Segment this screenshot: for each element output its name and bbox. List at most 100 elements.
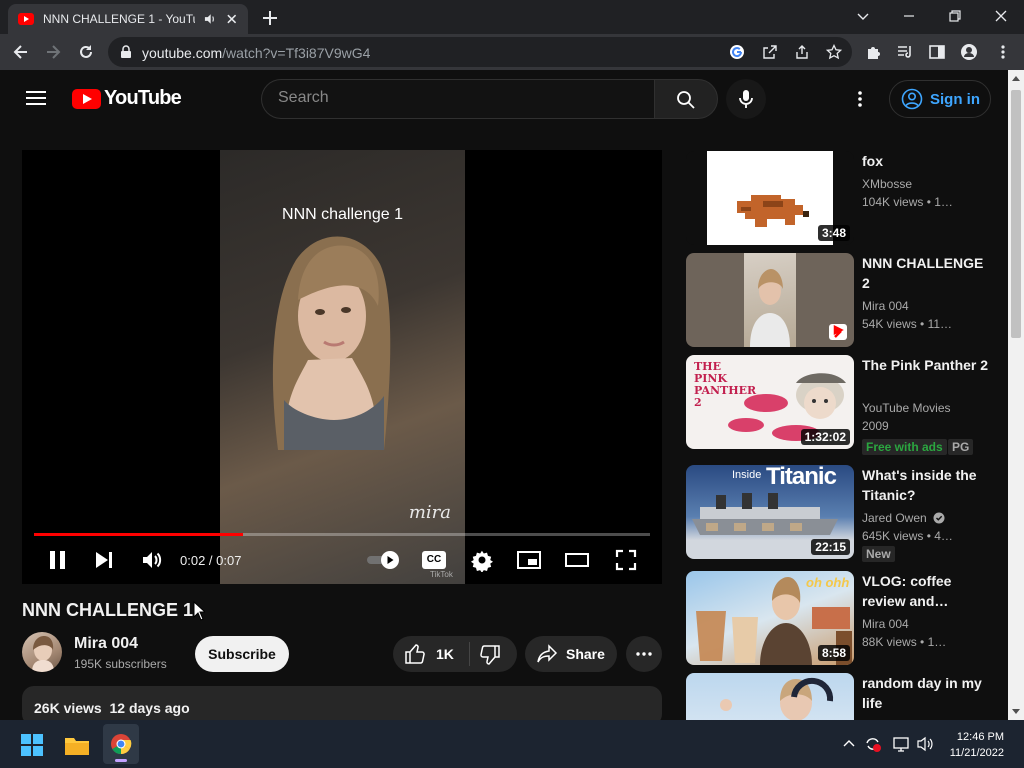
video-player[interactable]: NNN challenge 1 mira TikTok 0:02 / 0:07 … [22,150,662,584]
profile-icon[interactable] [960,43,978,61]
subtitles-cc-button[interactable]: CC [422,551,446,569]
video-duration: 3:48 [817,225,850,241]
new-tab-plus-icon[interactable] [260,8,280,28]
search-button[interactable] [654,79,718,119]
close-window-icon[interactable] [993,8,1009,24]
recommended-video[interactable]: random day in my life [686,673,1002,720]
youtube-header: YouTube Sign in [0,70,1008,126]
share-page-icon[interactable] [794,44,810,60]
video-title-link[interactable]: VLOG: coffee review and… [862,571,990,611]
fullscreen-icon[interactable] [614,548,638,572]
media-control-icon[interactable] [896,43,914,61]
subscribe-button[interactable]: Subscribe [195,636,289,672]
chrome-taskbar-button[interactable] [103,724,139,764]
scrollbar-thumb[interactable] [1011,90,1021,338]
video-thumbnail[interactable]: 3:48 [686,151,854,245]
like-divider [469,642,470,666]
tab-audio-icon[interactable] [203,12,216,26]
thumbnail-title-text: THE PINK PANTHER 2 [694,360,757,409]
search-input[interactable] [278,89,638,107]
video-thumbnail[interactable]: THE PINK PANTHER 2 1:32:02 [686,355,854,449]
browser-tab-strip: NNN CHALLENGE 1 - YouTube [0,0,1024,34]
share-button[interactable]: Share [525,636,617,672]
more-actions-button[interactable] [626,636,662,672]
video-progress-bar[interactable] [34,533,650,536]
voice-search-button[interactable] [726,79,766,119]
side-panel-icon[interactable] [928,43,946,61]
volume-icon[interactable] [140,548,164,572]
chrome-menu-icon[interactable] [994,43,1012,61]
browser-toolbar: youtube.com/watch?v=Tf3i87V9wG4 [0,34,1024,70]
pause-icon[interactable] [48,548,68,572]
recommended-video[interactable]: 3:48 fox XMbosse 104K views • 1… [686,151,1002,245]
video-caption-text: NNN challenge 1 [282,206,403,223]
tab-search-chevron-icon[interactable] [855,8,871,24]
restore-icon[interactable] [947,8,963,24]
sign-in-button[interactable]: Sign in [889,80,991,118]
video-thumbnail[interactable] [686,673,854,720]
scroll-down-arrow-icon[interactable] [1012,709,1020,714]
video-title-link[interactable]: fox [862,151,990,171]
tab-close-icon[interactable] [225,12,238,26]
youtube-logo[interactable]: YouTube [72,87,182,110]
video-title-link[interactable]: NNN CHALLENGE 2 [862,253,990,293]
like-button[interactable]: 1K [393,636,469,672]
next-video-icon[interactable] [94,548,114,572]
video-channel[interactable]: YouTube Movies [862,401,951,415]
system-clock[interactable]: 12:46 PM 11/21/2022 [950,729,1004,761]
video-stats: 645K views • 4… [862,529,953,543]
network-icon[interactable] [892,735,910,753]
share-arrow-icon [537,644,558,663]
nnn2-thumbnail-image [744,253,796,347]
autoplay-toggle[interactable] [366,548,400,572]
miniplayer-icon[interactable] [516,548,542,572]
video-channel[interactable]: Jared Owen [862,511,945,525]
extensions-puzzle-icon[interactable] [865,43,883,61]
video-thumbnail[interactable]: oh ohh 8:58 [686,571,854,665]
shorts-icon [829,324,847,340]
windows-start-icon[interactable] [21,734,43,756]
like-dislike-group: 1K [393,636,517,672]
minimize-icon[interactable] [901,8,917,24]
video-thumbnail[interactable]: Inside Titanic 22:15 [686,465,854,559]
channel-name[interactable]: Mira 004 [74,635,138,653]
channel-avatar[interactable] [22,632,62,672]
video-channel[interactable]: Mira 004 [862,299,909,313]
settings-more-icon[interactable] [852,90,868,108]
bookmark-star-icon[interactable] [826,44,842,60]
video-title-link[interactable]: random day in my life [862,673,990,713]
thumbnail-title-text: oh ohh [806,575,850,590]
scroll-up-arrow-icon[interactable] [1012,76,1020,81]
browser-tab[interactable]: NNN CHALLENGE 1 - YouTube [8,4,248,34]
settings-gear-icon[interactable] [470,548,494,572]
like-count: 1K [436,646,454,662]
video-title-link[interactable]: The Pink Panther 2 [862,355,990,375]
file-explorer-icon[interactable] [64,734,90,756]
show-hidden-icons-chevron-icon[interactable] [843,738,855,750]
hamburger-menu-icon[interactable] [26,90,46,106]
sync-update-icon[interactable] [864,735,882,753]
recommended-video[interactable]: Inside Titanic 22:15 What's inside the T… [686,465,1002,562]
thumbs-down-icon[interactable] [479,644,501,666]
chrome-icon [111,734,132,755]
page-scrollbar[interactable] [1008,70,1024,720]
google-lens-icon[interactable] [729,44,745,60]
recommended-video[interactable]: THE PINK PANTHER 2 1:32:02 The Pink Pant… [686,355,1002,455]
subscriber-count: 195K subscribers [74,657,167,671]
speaker-volume-icon[interactable] [916,735,934,753]
more-horizontal-icon [636,652,652,656]
video-channel[interactable]: XMbosse [862,177,912,191]
forward-arrow-icon[interactable] [44,43,62,61]
video-channel[interactable]: Mira 004 [862,617,909,631]
free-with-ads-badge: Free with ads [862,439,947,455]
recommended-video[interactable]: oh ohh 8:58 VLOG: coffee review and… Mir… [686,571,1002,665]
video-thumbnail[interactable] [686,253,854,347]
recommended-video[interactable]: NNN CHALLENGE 2 Mira 004 54K views • 11… [686,253,1002,347]
back-arrow-icon[interactable] [12,43,30,61]
video-title-link[interactable]: What's inside the Titanic? [862,465,990,505]
lock-icon[interactable] [120,45,132,59]
theater-mode-icon[interactable] [564,548,590,572]
address-bar[interactable]: youtube.com/watch?v=Tf3i87V9wG4 [108,37,852,67]
open-external-icon[interactable] [762,44,778,60]
reload-icon[interactable] [77,43,95,61]
